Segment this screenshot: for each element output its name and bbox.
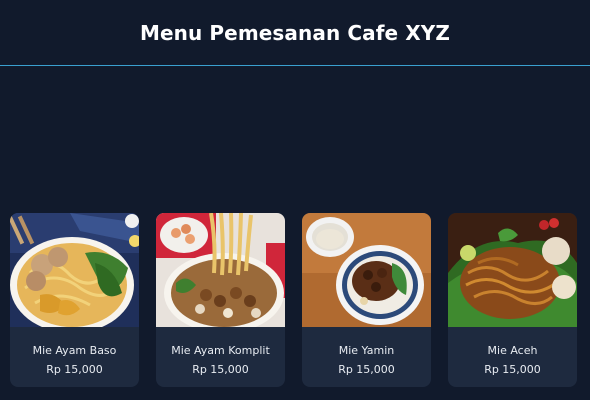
menu-item-price: Rp 15,000: [46, 363, 103, 376]
mie-yamin-photo: [302, 213, 431, 327]
mie-ayam-baso-photo: [10, 213, 139, 327]
menu-item-name: Mie Yamin: [338, 344, 395, 357]
menu-card-mie-ayam-baso[interactable]: Mie Ayam Baso Rp 15,000: [10, 213, 139, 387]
menu-card-mie-aceh[interactable]: Mie Aceh Rp 15,000: [448, 213, 577, 387]
mie-ayam-komplit-photo: [156, 213, 285, 327]
menu-item-price: Rp 15,000: [338, 363, 395, 376]
menu-item-price: Rp 15,000: [192, 363, 249, 376]
menu-card-mie-yamin[interactable]: Mie Yamin Rp 15,000: [302, 213, 431, 387]
page-title: Menu Pemesanan Cafe XYZ: [140, 20, 450, 45]
menu-item-name: Mie Ayam Baso: [32, 344, 117, 357]
mie-aceh-photo: [448, 213, 577, 327]
page-header: Menu Pemesanan Cafe XYZ: [0, 0, 590, 66]
menu-card-mie-ayam-komplit[interactable]: Mie Ayam Komplit Rp 15,000: [156, 213, 285, 387]
menu-grid: Mie Ayam Baso Rp 15,000 Mie Ayam Komplit…: [10, 213, 580, 389]
menu-item-name: Mie Aceh: [487, 344, 538, 357]
menu-item-price: Rp 15,000: [484, 363, 541, 376]
menu-item-name: Mie Ayam Komplit: [171, 344, 270, 357]
